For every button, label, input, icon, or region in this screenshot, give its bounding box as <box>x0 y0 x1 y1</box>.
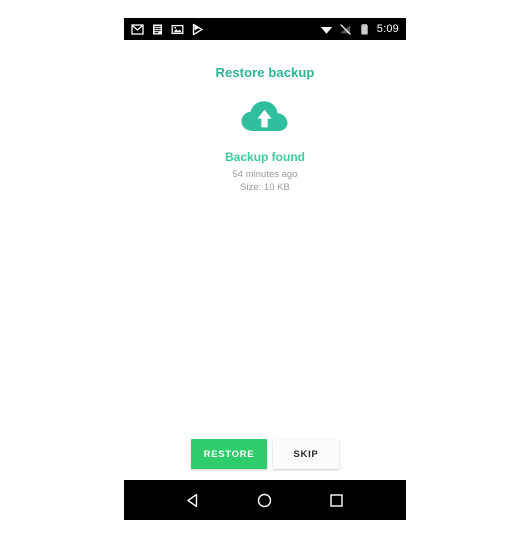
status-bar-left-icons <box>131 23 320 36</box>
navigation-bar <box>124 480 406 520</box>
app-content: Restore backup Backup found 54 minutes a… <box>124 40 406 480</box>
wifi-icon <box>320 23 333 36</box>
backup-time-label: 54 minutes ago <box>232 169 298 180</box>
play-store-icon <box>191 23 204 36</box>
list-document-icon <box>151 23 164 36</box>
phone-screen: 5:09 Restore backup Backup found 54 minu… <box>124 18 406 520</box>
cloud-upload-icon <box>240 98 290 136</box>
gmail-icon <box>131 23 144 36</box>
status-bar-clock: 5:09 <box>376 23 399 35</box>
image-icon <box>171 23 184 36</box>
battery-icon <box>358 23 371 36</box>
backup-status-label: Backup found <box>225 150 305 164</box>
signal-off-icon <box>339 23 352 36</box>
page-title: Restore backup <box>215 65 315 80</box>
action-button-row: RESTORE SKIP <box>124 439 406 469</box>
back-triangle-icon[interactable] <box>179 485 209 515</box>
status-bar-right-icons: 5:09 <box>320 23 399 36</box>
backup-size-label: Size: 10 KB <box>240 182 290 193</box>
restore-button[interactable]: RESTORE <box>191 439 267 469</box>
home-circle-icon[interactable] <box>250 485 280 515</box>
skip-button[interactable]: SKIP <box>273 439 339 469</box>
recents-square-icon[interactable] <box>321 485 351 515</box>
status-bar: 5:09 <box>124 18 406 40</box>
